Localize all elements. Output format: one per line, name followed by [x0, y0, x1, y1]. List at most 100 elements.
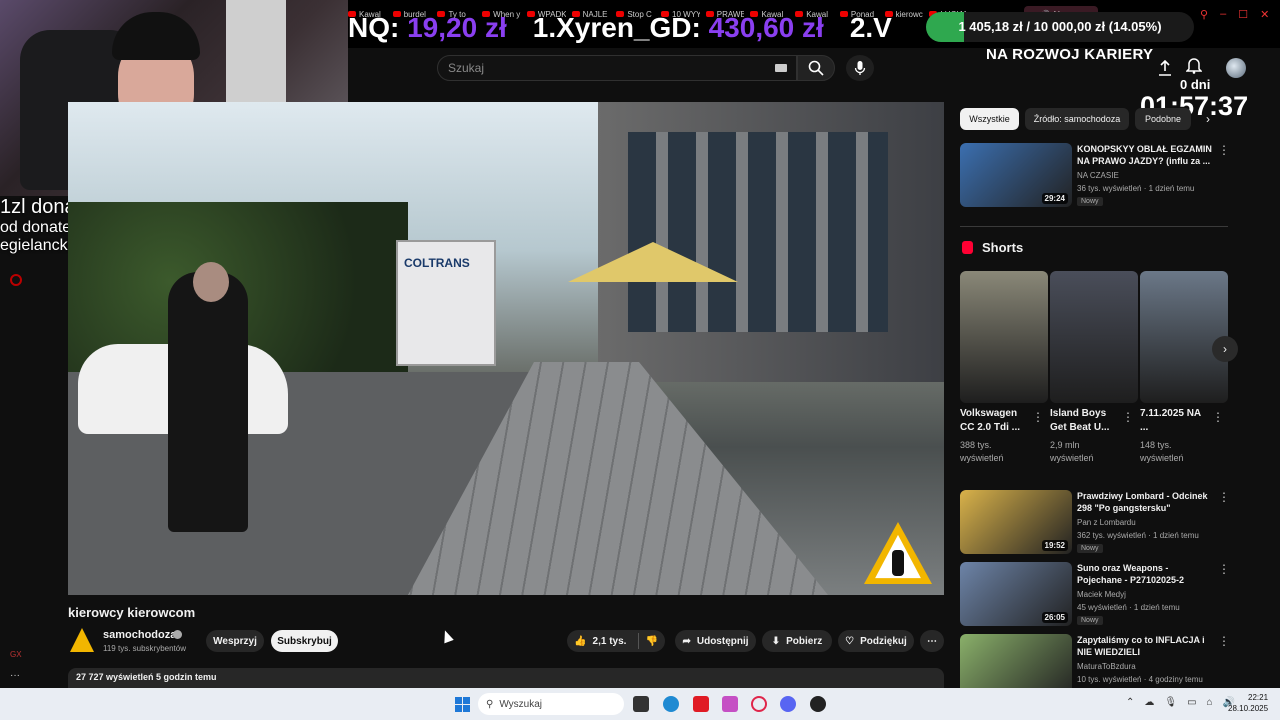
download-label: Pobierz: [786, 635, 823, 647]
video-duration: 29:24: [1041, 193, 1068, 204]
video-thumbnail[interactable]: 29:24: [960, 143, 1072, 207]
chip-related[interactable]: Podobne: [1135, 108, 1191, 130]
thanks-button[interactable]: ♡ Podziękuj: [838, 630, 914, 652]
thumbs-up-icon: 👍: [574, 635, 587, 647]
display-icon[interactable]: ▭: [1187, 697, 1196, 708]
chip-label: Wszystkie: [969, 114, 1010, 124]
short-title[interactable]: 7.11.2025 NA ...: [1140, 407, 1210, 435]
recommended-video[interactable]: 19:52 Prawdziwy Lombard - Odcinek 298 "Po…: [960, 490, 1250, 554]
task-view-icon[interactable]: [633, 696, 649, 712]
video-title[interactable]: KONOPSKYY OBLAŁ EGZAMIN NA PRAWO JAZDY? …: [1077, 143, 1212, 167]
video-title[interactable]: Zapytaliśmy co to INFLACJA i NIE WIEDZIE…: [1077, 634, 1212, 658]
ticker-entry: NQ: 19,20 zł: [348, 12, 507, 44]
video-meta: 362 tys. wyświetleń · 1 dzień temu: [1077, 531, 1199, 540]
cloud-icon[interactable]: ☁: [1144, 697, 1154, 708]
video-player[interactable]: COLTRANS: [68, 102, 944, 595]
app-icon[interactable]: [810, 696, 826, 712]
close-icon[interactable]: ✕: [1260, 8, 1269, 21]
view-count-date: 27 727 wyświetleń 5 godzin temu: [76, 672, 217, 682]
video-title[interactable]: Prawdziwy Lombard - Odcinek 298 "Po gang…: [1077, 490, 1212, 514]
video-title: kierowcy kierowcom: [68, 605, 196, 620]
youtube-app-icon[interactable]: [693, 696, 709, 712]
discord-icon[interactable]: [780, 696, 796, 712]
channel-name[interactable]: samochodoza: [103, 629, 176, 641]
taskbar-search-input[interactable]: ⚲ Wyszukaj: [478, 693, 624, 715]
subscribe-button[interactable]: Subskrybuj: [271, 630, 338, 652]
more-vert-icon[interactable]: ⋮: [1032, 410, 1044, 424]
video-thumbnail[interactable]: 26:05: [960, 562, 1072, 626]
video-channel[interactable]: Pan z Lombardu: [1077, 518, 1136, 527]
taskbar-search-placeholder: Wyszukaj: [499, 698, 543, 710]
short-thumbnail[interactable]: [960, 271, 1048, 403]
video-thumbnail[interactable]: 19:52: [960, 490, 1072, 554]
more-icon[interactable]: ···: [10, 670, 20, 681]
short-views: 148 tys. wyświetleń: [1140, 440, 1184, 463]
download-icon: ⬇: [771, 635, 781, 647]
subathon-days: 0 dni: [1180, 77, 1211, 92]
avatar[interactable]: [1226, 58, 1246, 78]
more-vert-icon[interactable]: ⋮: [1218, 634, 1230, 648]
recommended-video[interactable]: 29:24 KONOPSKYY OBLAŁ EGZAMIN NA PRAWO JA…: [960, 143, 1250, 207]
video-meta: 36 tys. wyświetleń · 1 dzień temu: [1077, 184, 1195, 193]
description-box[interactable]: 27 727 wyświetleń 5 godzin temu: [68, 668, 944, 688]
more-vert-icon[interactable]: ⋮: [1218, 562, 1230, 576]
voice-search-button[interactable]: [846, 55, 874, 81]
search-input[interactable]: Szukaj: [437, 55, 797, 81]
more-vert-icon[interactable]: ⋮: [1122, 410, 1134, 424]
video-channel[interactable]: Maciek Medyj: [1077, 590, 1126, 599]
snipping-tool-icon[interactable]: [722, 696, 738, 712]
shorts-next-button[interactable]: ›: [1212, 336, 1238, 362]
short-title[interactable]: Volkswagen CC 2.0 Tdi ...: [960, 407, 1030, 435]
share-label: Udostępnij: [696, 635, 749, 647]
short-thumbnail[interactable]: [1050, 271, 1138, 403]
recommended-video[interactable]: 26:05 Suno oraz Weapons - Pojechane - P27…: [960, 562, 1250, 626]
thanks-icon: ♡: [845, 635, 855, 647]
notifications-bell-icon[interactable]: [1185, 56, 1203, 79]
rail-gx-icon[interactable]: GX: [10, 650, 22, 659]
short-title[interactable]: Island Boys Get Beat U...: [1050, 407, 1120, 435]
edge-icon[interactable]: [663, 696, 679, 712]
video-title[interactable]: Suno oraz Weapons - Pojechane - P2710202…: [1077, 562, 1212, 586]
goal-label: NA ROZWOJ KARIERY: [986, 46, 1154, 63]
ticker-amount: 19,20 zł: [407, 12, 507, 43]
ticker-name: 2.V: [849, 12, 892, 43]
search-button[interactable]: [797, 55, 835, 81]
chip-source[interactable]: Źródło: samochodoza: [1025, 108, 1129, 130]
video-channel[interactable]: MaturaToBzdura: [1077, 662, 1136, 671]
more-vert-icon[interactable]: ⋮: [1218, 490, 1230, 504]
sidebar-rail-icon[interactable]: [10, 274, 22, 286]
video-meta: 45 wyświetleń · 1 dzień temu: [1077, 603, 1180, 612]
video-channel[interactable]: NA CZASIE: [1077, 171, 1119, 180]
microphone-icon[interactable]: 🎙: [1164, 697, 1177, 708]
taskbar-clock[interactable]: 22:21 28.10.2025: [1228, 692, 1268, 714]
short-thumbnail[interactable]: [1140, 271, 1228, 403]
thumbs-down-icon[interactable]: 👎: [645, 636, 657, 647]
download-button[interactable]: ⬇ Pobierz: [762, 630, 832, 652]
chip-label: Źródło: samochodoza: [1033, 114, 1121, 124]
like-count: 2,1 tys.: [592, 635, 627, 647]
subscribe-label: Subskrybuj: [277, 635, 332, 647]
minimize-icon[interactable]: –: [1220, 8, 1226, 21]
like-button[interactable]: 👍 2,1 tys. 👎: [567, 630, 665, 652]
search-icon[interactable]: ⚲: [1200, 8, 1208, 21]
more-vert-icon[interactable]: ⋮: [1218, 143, 1230, 157]
more-vert-icon[interactable]: ⋮: [1212, 410, 1224, 424]
keyboard-icon[interactable]: [775, 64, 787, 72]
microphone-icon: [854, 61, 866, 75]
chevron-right-icon[interactable]: ›: [1206, 112, 1210, 126]
channel-avatar[interactable]: [70, 628, 94, 652]
more-actions-button[interactable]: ⋯: [920, 630, 944, 652]
network-icon[interactable]: ⌂: [1207, 697, 1213, 708]
chevron-up-icon[interactable]: ⌃: [1126, 697, 1134, 708]
chip-all[interactable]: Wszystkie: [960, 108, 1019, 130]
window-controls: ⚲ – ☐ ✕: [1200, 8, 1269, 21]
share-button[interactable]: ➦ Udostępnij: [675, 630, 756, 652]
maximize-icon[interactable]: ☐: [1238, 8, 1248, 21]
support-button[interactable]: Wesprzyj: [206, 630, 264, 652]
video-truck-text: COLTRANS: [404, 256, 470, 270]
windows-start-icon[interactable]: [455, 697, 470, 712]
upload-icon[interactable]: [1158, 59, 1172, 81]
thanks-label: Podziękuj: [860, 635, 907, 647]
divider: [960, 226, 1228, 227]
opera-gx-icon[interactable]: [751, 696, 767, 712]
